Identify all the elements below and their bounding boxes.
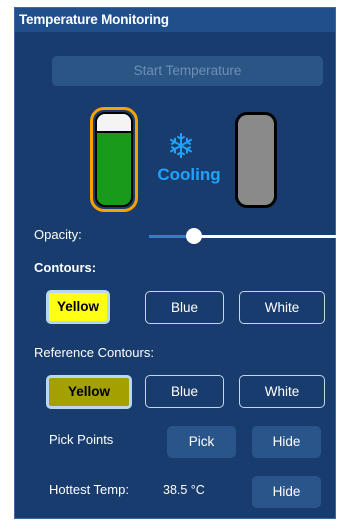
inactive-cylinder-icon[interactable]	[235, 112, 277, 208]
hottest-temp-label: Hottest Temp:	[49, 482, 129, 497]
pick-points-label: Pick Points	[49, 432, 114, 447]
contour-blue-button[interactable]: Blue	[145, 291, 224, 324]
hottest-temp-value: 38.5 °C	[163, 483, 205, 497]
cylinder-cap	[97, 114, 131, 133]
opacity-label: Opacity:	[34, 227, 82, 242]
cooling-status-label: Cooling	[157, 165, 221, 184]
temperature-monitoring-panel: Temperature Monitoring Start Temperature…	[14, 7, 343, 519]
reference-contours-label: Reference Contours:	[34, 345, 154, 360]
reference-yellow-button[interactable]: Yellow	[46, 375, 132, 409]
contours-label: Contours:	[34, 260, 97, 275]
pick-button[interactable]: Pick	[167, 426, 236, 458]
contour-yellow-button[interactable]: Yellow	[46, 290, 110, 324]
opacity-slider[interactable]	[149, 228, 343, 244]
pick-points-hide-button[interactable]: Hide	[252, 426, 321, 458]
cooling-cylinder-icon[interactable]	[95, 112, 133, 207]
reference-white-button[interactable]: White	[239, 375, 325, 408]
start-temperature-button[interactable]: Start Temperature	[52, 56, 323, 86]
contour-white-button[interactable]: White	[239, 291, 325, 324]
opacity-slider-rest	[193, 235, 343, 238]
reference-blue-button[interactable]: Blue	[145, 375, 224, 408]
hottest-temp-hide-button[interactable]: Hide	[252, 476, 321, 508]
panel-title: Temperature Monitoring	[15, 8, 335, 32]
snowflake-icon: ❄	[166, 128, 196, 166]
opacity-slider-thumb[interactable]	[185, 228, 202, 244]
